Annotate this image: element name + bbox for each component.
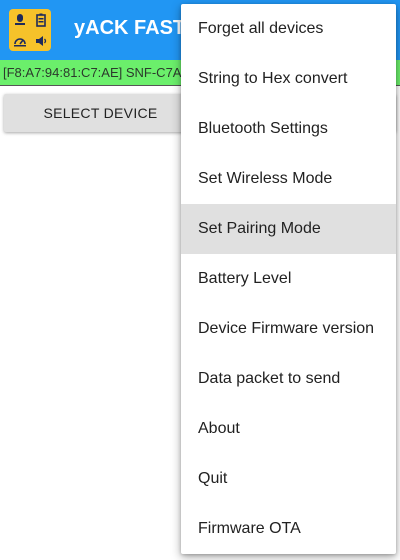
sensor-icon xyxy=(9,9,30,30)
battery-icon xyxy=(30,9,51,30)
app-screen: yACK FAST [F8:A7:94:81:C7:AE] SNF-C7A SE… xyxy=(0,0,400,560)
menu-item-string-to-hex[interactable]: String to Hex convert xyxy=(181,54,396,104)
menu-item-forget-all-devices[interactable]: Forget all devices xyxy=(181,4,396,54)
menu-item-device-firmware-version[interactable]: Device Firmware version xyxy=(181,304,396,354)
menu-item-bluetooth-settings[interactable]: Bluetooth Settings xyxy=(181,104,396,154)
menu-item-battery-level[interactable]: Battery Level xyxy=(181,254,396,304)
speaker-icon xyxy=(30,30,51,51)
gauge-icon xyxy=(9,30,30,51)
app-logo xyxy=(9,9,51,51)
menu-item-quit[interactable]: Quit xyxy=(181,454,396,504)
select-device-button[interactable]: SELECT DEVICE xyxy=(4,94,197,132)
menu-item-set-pairing-mode[interactable]: Set Pairing Mode xyxy=(181,204,396,254)
app-title: yACK FAST xyxy=(74,17,186,39)
menu-item-firmware-ota[interactable]: Firmware OTA xyxy=(181,504,396,554)
menu-item-set-wireless-mode[interactable]: Set Wireless Mode xyxy=(181,154,396,204)
menu-item-data-packet[interactable]: Data packet to send xyxy=(181,354,396,404)
menu-item-about[interactable]: About xyxy=(181,404,396,454)
overflow-menu: Forget all devices String to Hex convert… xyxy=(181,4,396,554)
